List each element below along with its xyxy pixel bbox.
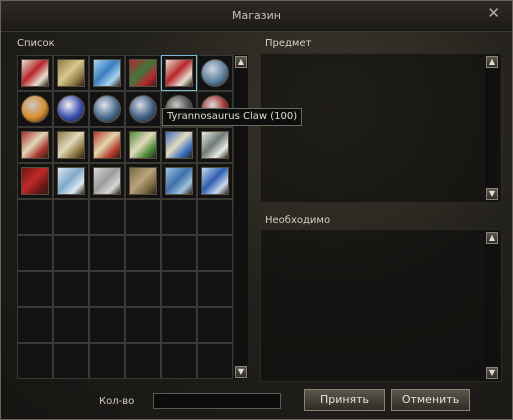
- item-panel-scrollbar[interactable]: ▲ ▼: [485, 54, 499, 202]
- item-slot[interactable]: [89, 343, 125, 379]
- item-slot[interactable]: [161, 199, 197, 235]
- silver-cube-icon: [21, 95, 49, 123]
- item-slot[interactable]: [89, 55, 125, 91]
- blue-scroll-icon: [93, 59, 121, 87]
- item-slot[interactable]: [17, 271, 53, 307]
- quantity-label: Кол-во: [99, 396, 135, 407]
- gray-stone-icon: [93, 167, 121, 195]
- list-scroll-down-button[interactable]: ▼: [235, 366, 247, 378]
- item-panel-label: Предмет: [265, 38, 312, 49]
- cancel-button[interactable]: Отменить: [391, 389, 470, 411]
- close-icon[interactable]: ✕: [487, 6, 500, 21]
- item-slot[interactable]: [125, 307, 161, 343]
- required-scroll-up-button[interactable]: ▲: [486, 232, 498, 244]
- item-slot[interactable]: [197, 271, 233, 307]
- item-slot[interactable]: [197, 127, 233, 163]
- required-panel-scrollbar[interactable]: ▲ ▼: [485, 230, 499, 381]
- item-slot[interactable]: [17, 127, 53, 163]
- item-slot[interactable]: [161, 127, 197, 163]
- blue-crystals-icon: [201, 167, 229, 195]
- item-slot[interactable]: [125, 235, 161, 271]
- item-details-panel: [260, 53, 502, 203]
- item-slot[interactable]: [89, 199, 125, 235]
- item-slot[interactable]: [53, 271, 89, 307]
- planet-orb-icon: [165, 167, 193, 195]
- item-slot[interactable]: [125, 163, 161, 199]
- item-slot[interactable]: [53, 91, 89, 127]
- required-panel-label: Необходимо: [265, 215, 331, 226]
- item-slot[interactable]: [197, 55, 233, 91]
- list-scroll-up-button[interactable]: ▲: [235, 56, 247, 68]
- item-slot[interactable]: [197, 343, 233, 379]
- window-title: Магазин: [232, 9, 281, 22]
- item-slot[interactable]: [161, 343, 197, 379]
- blue-orb-icon: [57, 95, 85, 123]
- item-grid: [17, 55, 233, 379]
- item-slot[interactable]: [197, 235, 233, 271]
- accept-button[interactable]: Принять: [304, 389, 385, 411]
- item-slot[interactable]: [89, 235, 125, 271]
- item-slot[interactable]: [17, 163, 53, 199]
- item-slot[interactable]: [89, 271, 125, 307]
- blue-flame-scroll-icon: [165, 131, 193, 159]
- scroll-icon: [57, 59, 85, 87]
- item-slot[interactable]: [125, 343, 161, 379]
- required-scroll-down-button[interactable]: ▼: [486, 367, 498, 379]
- item-slot[interactable]: [125, 199, 161, 235]
- red-gem-bundle-icon: [129, 59, 157, 87]
- item-slot[interactable]: [161, 307, 197, 343]
- swirl-sphere-icon: [93, 95, 121, 123]
- item-slot[interactable]: [53, 55, 89, 91]
- item-slot[interactable]: [53, 199, 89, 235]
- item-slot[interactable]: [161, 163, 197, 199]
- swirl-sphere-icon: [129, 95, 157, 123]
- required-panel: [260, 229, 502, 382]
- item-slot[interactable]: [89, 127, 125, 163]
- parchment-roll-icon: [129, 167, 157, 195]
- item-slot[interactable]: [53, 163, 89, 199]
- item-slot[interactable]: [197, 307, 233, 343]
- list-label: Список: [17, 38, 55, 49]
- item-slot[interactable]: [17, 199, 53, 235]
- item-slot[interactable]: [53, 307, 89, 343]
- item-slot[interactable]: [53, 127, 89, 163]
- item-slot[interactable]: [161, 271, 197, 307]
- item-slot[interactable]: [89, 163, 125, 199]
- ice-crystal-icon: [57, 167, 85, 195]
- item-slot[interactable]: [197, 163, 233, 199]
- item-slot[interactable]: [17, 307, 53, 343]
- red-scroll-icon: [21, 131, 49, 159]
- item-slot[interactable]: [125, 55, 161, 91]
- item-slot[interactable]: [53, 235, 89, 271]
- red-gem-bundle-icon: [21, 59, 49, 87]
- item-tooltip: Tyrannosaurus Claw (100): [162, 108, 303, 126]
- item-slot[interactable]: [17, 55, 53, 91]
- item-slot[interactable]: [17, 235, 53, 271]
- scroll-icon: [57, 131, 85, 159]
- item-slot[interactable]: [125, 91, 161, 127]
- item-slot[interactable]: [17, 343, 53, 379]
- item-slot[interactable]: [17, 91, 53, 127]
- item-scroll-down-button[interactable]: ▼: [486, 188, 498, 200]
- item-scroll-up-button[interactable]: ▲: [486, 56, 498, 68]
- flame-scroll-icon: [93, 131, 121, 159]
- item-slot[interactable]: [197, 199, 233, 235]
- item-slot[interactable]: [161, 55, 197, 91]
- item-slot[interactable]: [161, 235, 197, 271]
- list-scrollbar[interactable]: ▲ ▼: [234, 55, 248, 379]
- item-slot[interactable]: [89, 307, 125, 343]
- item-slot[interactable]: [125, 127, 161, 163]
- item-slot[interactable]: [53, 343, 89, 379]
- crystal-sphere-icon: [201, 59, 229, 87]
- item-slot[interactable]: [125, 271, 161, 307]
- quantity-input[interactable]: [153, 393, 281, 409]
- shop-window: Магазин ✕ Список Предмет Необходимо ▲ ▼ …: [0, 0, 513, 420]
- red-cloak-icon: [21, 167, 49, 195]
- horn-icon: [201, 131, 229, 159]
- title-bar[interactable]: Магазин ✕: [1, 1, 512, 32]
- item-slot[interactable]: [89, 91, 125, 127]
- green-scroll-icon: [129, 131, 157, 159]
- tyrannosaurus-claw-icon: [165, 59, 193, 87]
